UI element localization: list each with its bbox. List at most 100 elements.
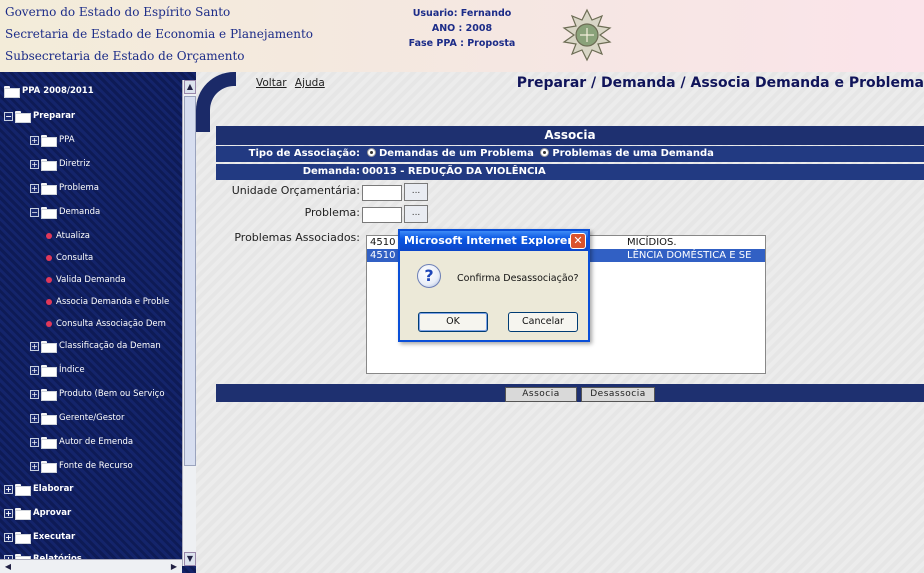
expand-icon[interactable]: + <box>30 389 39 399</box>
expand-icon[interactable]: + <box>30 413 39 423</box>
radio-label: Demandas de um Problema <box>379 148 534 159</box>
sidebar-tree: PPA 2008/2011 − Preparar + PPA + Diretri… <box>0 72 196 573</box>
frame-corner <box>196 72 236 132</box>
expand-icon[interactable]: + <box>4 508 13 518</box>
radio-label: Problemas de uma Demanda <box>552 148 714 159</box>
tree-label: Fonte de Recurso <box>59 461 133 471</box>
open-folder-icon <box>15 111 31 123</box>
tree-node-gerente[interactable]: + Gerente/Gestor <box>30 409 124 427</box>
folder-icon <box>41 413 57 425</box>
tree-node-fonte-recurso[interactable]: + Fonte de Recurso <box>30 457 133 475</box>
associa-button[interactable]: Associa <box>505 387 577 402</box>
ajuda-link[interactable]: Ajuda <box>295 77 325 89</box>
list-item-text: LÊNCIA DOMÉSTICA E SE <box>627 250 752 261</box>
tree-label: Consulta <box>56 253 94 263</box>
expand-icon[interactable]: + <box>30 135 39 145</box>
tree-leaf-associa-demanda[interactable]: Associa Demanda e Proble <box>46 293 169 311</box>
unidade-lookup-button[interactable]: ... <box>404 183 428 201</box>
tree-node-preparar[interactable]: − Preparar <box>4 107 75 125</box>
dialog-title: Microsoft Internet Explorer <box>404 234 573 247</box>
expand-icon[interactable]: + <box>4 484 13 494</box>
expand-icon[interactable]: + <box>30 461 39 471</box>
cancel-button[interactable]: Cancelar <box>508 312 578 332</box>
tree-leaf-consulta[interactable]: Consulta <box>46 249 93 267</box>
tree-label: Problema <box>59 183 99 193</box>
top-links: Voltar Ajuda <box>256 77 330 89</box>
radio-problemas-de-uma-demanda[interactable] <box>540 148 550 157</box>
phase-label: Fase PPA : Proposta <box>408 38 516 49</box>
open-folder-icon <box>4 86 20 98</box>
org-line-2: Secretaria de Estado de Economia e Plane… <box>5 27 313 41</box>
tree-node-ppa[interactable]: + PPA <box>30 131 75 149</box>
expand-icon[interactable]: + <box>30 159 39 169</box>
tree-leaf-atualiza[interactable]: Atualiza <box>46 227 90 245</box>
list-item-code: 4510 <box>370 237 396 248</box>
tree-node-indice[interactable]: + Índice <box>30 361 85 379</box>
org-line-3: Subsecretaria de Estado de Orçamento <box>5 49 245 63</box>
scroll-thumb[interactable] <box>184 96 196 466</box>
tree-root-label: PPA 2008/2011 <box>22 86 94 96</box>
tree-leaf-valida-demanda[interactable]: Valida Demanda <box>46 271 126 289</box>
tree-node-aprovar[interactable]: + Aprovar <box>4 504 71 522</box>
scroll-right-icon[interactable]: ▶ <box>167 561 181 573</box>
year-label: ANO : 2008 <box>431 23 493 34</box>
problema-lookup-button[interactable]: ... <box>404 205 428 223</box>
coat-of-arms-icon <box>562 8 612 62</box>
bullet-icon <box>46 321 52 327</box>
expand-icon[interactable]: + <box>4 532 13 542</box>
scroll-down-icon[interactable]: ▼ <box>184 552 196 566</box>
tree-node-autor-emenda[interactable]: + Autor de Emenda <box>30 433 133 451</box>
tree-node-diretriz[interactable]: + Diretriz <box>30 155 90 173</box>
tree-label: Índice <box>59 365 85 375</box>
radio-demandas-de-um-problema[interactable] <box>367 148 376 157</box>
expand-icon[interactable]: + <box>30 365 39 375</box>
folder-icon <box>15 508 31 520</box>
tree-node-problema[interactable]: + Problema <box>30 179 99 197</box>
tipo-associacao-options: Demandas de um Problema Problemas de uma… <box>364 146 714 162</box>
folder-icon <box>15 484 31 496</box>
expand-icon[interactable]: + <box>30 437 39 447</box>
folder-icon <box>15 532 31 544</box>
expand-icon[interactable]: + <box>30 341 39 351</box>
scroll-left-icon[interactable]: ◀ <box>1 561 15 573</box>
tree-label: PPA <box>59 135 75 145</box>
tree-label: Consulta Associação Dem <box>56 319 166 329</box>
collapse-icon[interactable]: − <box>4 111 13 121</box>
tree-label: Diretriz <box>59 159 91 169</box>
tree-node-classificacao[interactable]: + Classificação da Deman <box>30 337 161 355</box>
sidebar-vertical-scrollbar[interactable]: ▲ ▼ <box>182 80 196 566</box>
unidade-orcamentaria-input[interactable] <box>362 185 402 201</box>
tree-node-elaborar[interactable]: + Elaborar <box>4 480 74 498</box>
question-icon: ? <box>417 264 441 288</box>
tree-node-executar[interactable]: + Executar <box>4 528 75 546</box>
demanda-row: Demanda: 00013 - REDUÇÃO DA VIOLÊNCIA <box>216 164 924 180</box>
folder-icon <box>41 183 57 195</box>
ok-button[interactable]: OK <box>418 312 488 332</box>
bullet-icon <box>46 255 52 261</box>
voltar-link[interactable]: Voltar <box>256 77 287 89</box>
open-folder-icon <box>41 207 57 219</box>
tree-root-ppa-2008-2011[interactable]: PPA 2008/2011 <box>4 82 94 100</box>
expand-icon[interactable]: + <box>30 183 39 193</box>
tipo-associacao-label: Tipo de Associação: <box>248 148 360 159</box>
folder-icon <box>41 461 57 473</box>
tree-node-produto[interactable]: + Produto (Bem ou Serviço <box>30 385 165 403</box>
desassocia-button[interactable]: Desassocia <box>581 387 655 402</box>
problema-input[interactable] <box>362 207 402 223</box>
folder-icon <box>41 437 57 449</box>
close-icon[interactable]: ✕ <box>570 233 586 249</box>
tree-label: Autor de Emenda <box>59 437 134 447</box>
user-label: Usuario: Fernando <box>412 8 512 19</box>
tree-leaf-consulta-associacao[interactable]: Consulta Associação Dem <box>46 315 166 333</box>
tree-label: Preparar <box>33 111 76 121</box>
scroll-up-icon[interactable]: ▲ <box>184 80 196 94</box>
collapse-icon[interactable]: − <box>30 207 39 217</box>
tree-label: Produto (Bem ou Serviço <box>59 389 165 399</box>
tree-node-demanda[interactable]: − Demanda <box>30 203 100 221</box>
dialog-message: Confirma Desassociação? <box>457 273 579 284</box>
panel-title: Associa <box>216 126 924 145</box>
folder-icon <box>41 365 57 377</box>
tree-label: Associa Demanda e Proble <box>56 297 170 307</box>
tree-label: Demanda <box>59 207 101 217</box>
sidebar-horizontal-scrollbar[interactable]: ◀ ▶ <box>0 559 182 573</box>
